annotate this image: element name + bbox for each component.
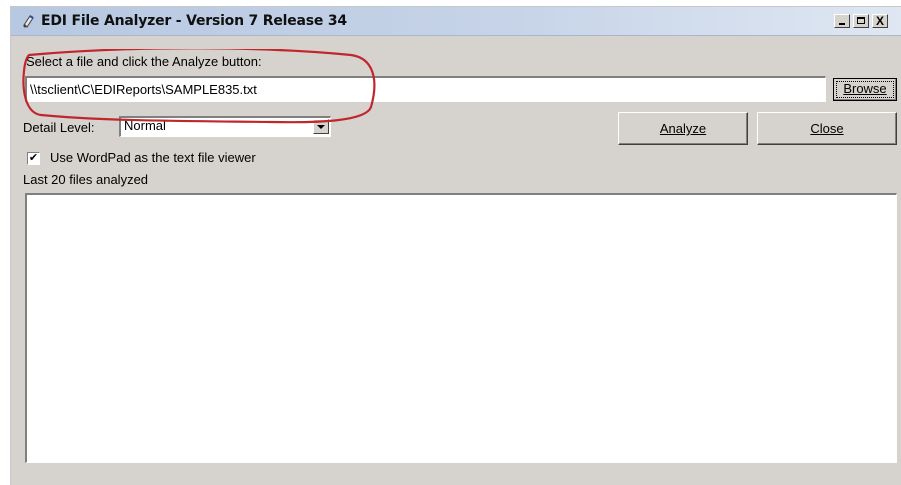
wordpad-checkbox[interactable]: ✔ [27, 152, 40, 165]
recent-files-list[interactable] [25, 193, 897, 463]
app-window: EDI File Analyzer - Version 7 Release 34… [10, 6, 901, 485]
browse-button[interactable]: Browse [833, 78, 897, 101]
detail-level-value: Normal [124, 118, 166, 133]
app-icon [23, 15, 34, 28]
checkmark-icon: ✔ [28, 152, 39, 164]
recent-files-label: Last 20 files analyzed [23, 172, 149, 187]
file-path-input[interactable]: \\tsclient\C\EDIReports\SAMPLE835.txt [25, 76, 826, 102]
wordpad-checkbox-label[interactable]: Use WordPad as the text file viewer [50, 150, 256, 165]
file-prompt-label: Select a file and click the Analyze butt… [26, 54, 262, 69]
close-window-button[interactable]: X [872, 14, 888, 28]
title-bar[interactable]: EDI File Analyzer - Version 7 Release 34… [11, 7, 901, 36]
close-button-label: Close [810, 121, 844, 136]
detail-level-select[interactable]: Normal [119, 116, 331, 137]
window-title: EDI File Analyzer - Version 7 Release 34 [41, 13, 347, 29]
minimize-button[interactable] [834, 14, 850, 28]
analyze-button-label: Analyze [659, 121, 707, 136]
analyze-button[interactable]: Analyze [618, 112, 748, 145]
maximize-button[interactable] [853, 14, 869, 28]
close-button[interactable]: Close [757, 112, 897, 145]
detail-level-label: Detail Level: [23, 120, 95, 135]
chevron-down-icon[interactable] [313, 119, 329, 134]
browse-button-label: Browse [843, 81, 887, 96]
